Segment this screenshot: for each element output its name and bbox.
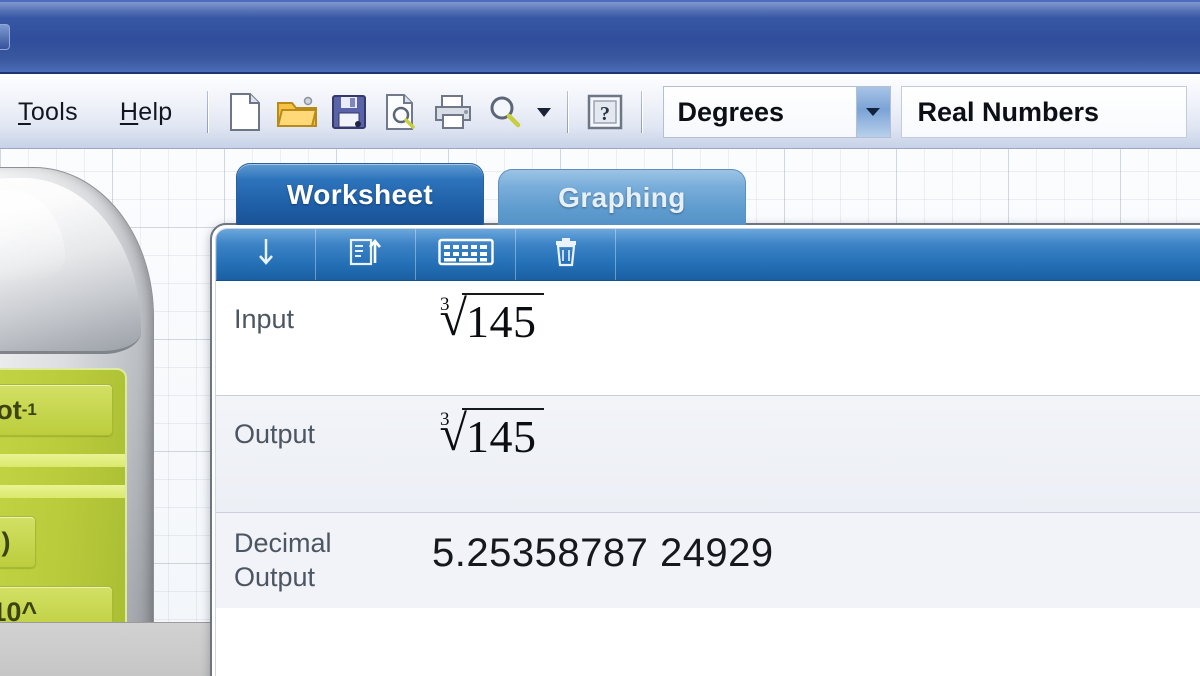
- radicand-output: 145: [461, 408, 545, 460]
- question-mark-icon: ?: [586, 93, 624, 131]
- chevron-down-icon: [536, 106, 552, 118]
- worksheet-toolbar: [216, 229, 1200, 281]
- main-toolbar: Tools Help ? Degrees Real Numbers: [0, 76, 1200, 149]
- document-export-icon: [349, 237, 383, 272]
- application-window: Tools Help ? Degrees Real Numbers t -1)…: [0, 0, 1200, 676]
- window-titlebar: [0, 0, 1200, 74]
- calculator-key-row-1: cot-1: [0, 384, 113, 436]
- help-button[interactable]: ?: [579, 87, 631, 137]
- worksheet-row-input[interactable]: Input 3 √ 145: [216, 281, 1200, 396]
- printer-icon: [433, 94, 473, 130]
- folder-icon: [276, 94, 318, 130]
- angle-mode-value: Degrees: [663, 87, 856, 137]
- key-arccot-label: cot: [0, 394, 22, 425]
- decimal-output-value: 5.25358787 24929: [432, 531, 774, 575]
- calculator-key-row-2: ( ): [0, 516, 113, 568]
- toolbar-separator-2: [566, 91, 569, 133]
- worksheet-tabstrip: Worksheet Graphing: [236, 163, 746, 225]
- toolbar-separator-3: [640, 91, 643, 133]
- toolbar-separator-1: [206, 91, 209, 133]
- keyboard-icon: [437, 238, 494, 271]
- decimal-output-label-line-2: Output: [234, 561, 316, 592]
- new-document-button[interactable]: [219, 87, 271, 137]
- magnifier-icon: [487, 94, 523, 130]
- radicand-input: 145: [461, 293, 545, 345]
- input-row-value[interactable]: 3 √ 145: [432, 281, 1200, 345]
- output-row-value: 3 √ 145: [432, 396, 1200, 460]
- window-control-fragment[interactable]: [0, 24, 10, 50]
- zoom-dropdown-button[interactable]: [531, 87, 557, 137]
- tab-worksheet[interactable]: Worksheet: [236, 163, 484, 225]
- keypad-highlight-band-1: [0, 454, 125, 467]
- cube-root-expression-input: 3 √ 145: [432, 293, 545, 345]
- radical-index-output: 3: [440, 409, 450, 430]
- menu-item-help[interactable]: Help: [102, 98, 191, 127]
- worksheet-row-decimal-output: Decimal Output 5.25358787 24929: [216, 513, 1200, 608]
- number-mode-field[interactable]: Real Numbers: [900, 86, 1187, 138]
- print-button[interactable]: [427, 87, 479, 137]
- angle-mode-combobox[interactable]: Degrees: [662, 86, 891, 138]
- decimal-output-label-line-1: Decimal: [234, 528, 332, 558]
- delete-button[interactable]: [516, 229, 616, 280]
- open-folder-button[interactable]: [271, 87, 323, 137]
- key-arccot[interactable]: cot-1: [0, 384, 113, 436]
- worksheet-row-output: Output 3 √ 145: [216, 396, 1200, 513]
- calculator-dome-top: [0, 178, 141, 354]
- menu-help-label-rest: elp: [138, 97, 173, 126]
- trash-icon: [553, 237, 579, 272]
- radical-index-input: 3: [440, 294, 450, 315]
- print-preview-button[interactable]: [375, 87, 427, 137]
- tab-graphing-label: Graphing: [558, 181, 686, 213]
- worksheet-panel-inner: Input 3 √ 145 Output 3 √ 145 Decimal Out…: [215, 228, 1200, 676]
- save-button[interactable]: [323, 87, 375, 137]
- insert-down-arrow-button[interactable]: [216, 229, 316, 280]
- decimal-output-row-label: Decimal Output: [234, 513, 432, 595]
- tab-worksheet-label: Worksheet: [286, 178, 434, 210]
- key-paren-close[interactable]: ): [0, 516, 36, 568]
- key-arccot-superscript: -1: [21, 400, 37, 419]
- menu-item-tools[interactable]: Tools: [0, 98, 96, 127]
- workspace-area: cot-1 ( ) *10^ Worksheet: [0, 149, 1200, 676]
- onscreen-calculator: cot-1 ( ) *10^: [0, 167, 154, 676]
- svg-text:?: ?: [600, 103, 610, 125]
- zoom-button[interactable]: [479, 87, 531, 137]
- output-row-label: Output: [234, 419, 316, 449]
- decimal-output-row-value: 5.25358787 24929: [432, 513, 1200, 576]
- chevron-down-icon: [866, 108, 880, 116]
- keyboard-button[interactable]: [416, 229, 516, 280]
- down-arrow-icon: [255, 237, 277, 272]
- keypad-highlight-band-2: [0, 485, 125, 498]
- page-magnifier-icon: [384, 93, 418, 131]
- angle-mode-dropdown-arrow[interactable]: [855, 87, 890, 137]
- worksheet-panel: Input 3 √ 145 Output 3 √ 145 Decimal Out…: [210, 223, 1200, 676]
- calculator-body: cot-1 ( ) *10^: [0, 167, 154, 676]
- floppy-icon: [331, 94, 367, 130]
- export-button[interactable]: [316, 229, 416, 280]
- cube-root-expression-output: 3 √ 145: [432, 408, 545, 460]
- input-row-label: Input: [234, 304, 295, 334]
- page-icon: [228, 92, 262, 132]
- menu-tools-label-rest: ools: [30, 97, 78, 126]
- tab-graphing[interactable]: Graphing: [498, 169, 746, 225]
- titlebar-gloss: [0, 2, 1200, 18]
